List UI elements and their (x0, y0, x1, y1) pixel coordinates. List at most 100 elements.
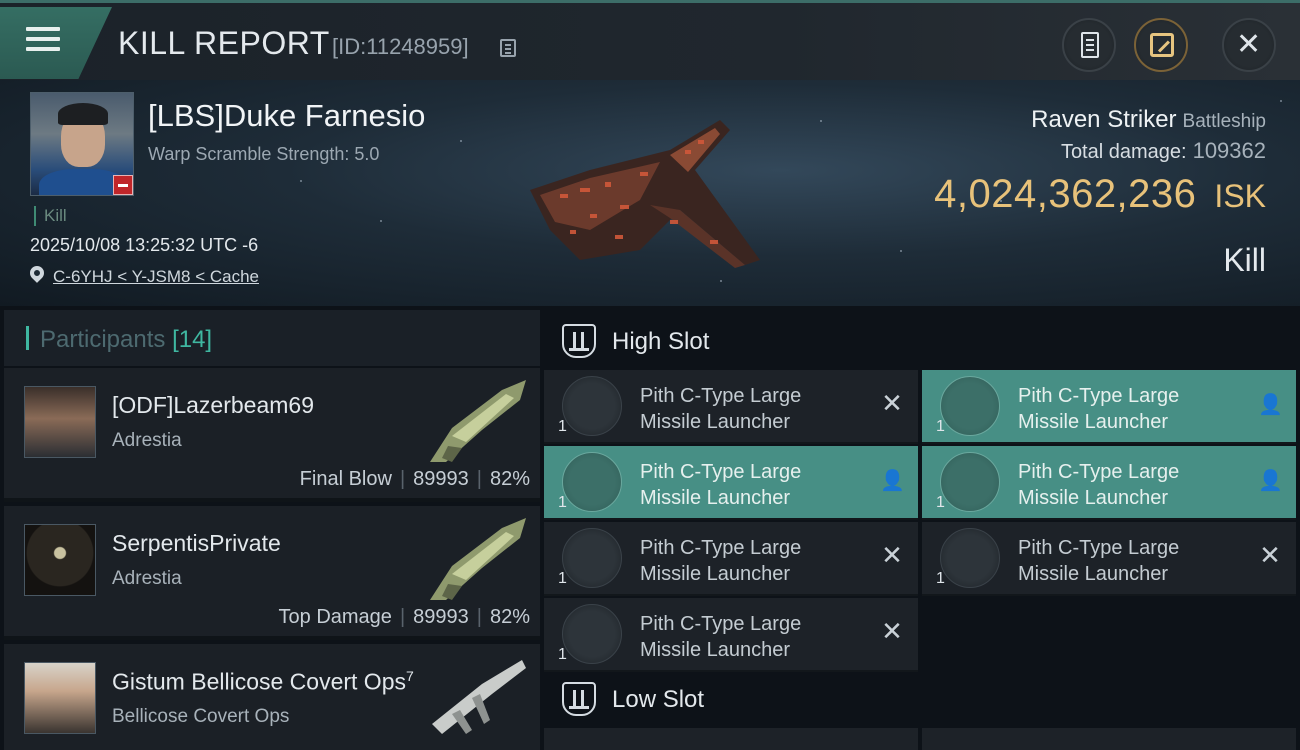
location-pin-icon (27, 263, 47, 283)
isk-value: 4,024,362,236 ISK (934, 172, 1266, 217)
participant-damage: 89993 (413, 606, 469, 628)
participant-ship-image (432, 660, 526, 734)
warp-scramble-strength: Warp Scramble Strength: 5.0 (148, 144, 380, 164)
module-quantity: 1 (936, 570, 945, 587)
participant-damage: 89993 (413, 468, 469, 490)
low-slot-title: Low Slot (612, 686, 705, 713)
high-slot-icon (562, 324, 596, 358)
dropped-person-icon: 👤 (1258, 392, 1283, 416)
participant-name: [ODF]Lazerbeam69 (112, 392, 314, 418)
ship-class: Battleship (1182, 111, 1266, 132)
isk-unit: ISK (1214, 178, 1266, 214)
missile-launcher-icon (940, 528, 1000, 588)
participant-stats: Final Blow | 89993 | 82% (299, 468, 530, 490)
high-slot-title: High Slot (612, 328, 710, 355)
participant-row[interactable]: Gistum Bellicose Covert Ops7 Bellicose C… (4, 644, 540, 750)
ship-name[interactable]: Raven Striker Battleship (1031, 106, 1266, 134)
low-slot-header: Low Slot (544, 670, 1300, 728)
destroyed-icon: ✕ (881, 389, 903, 419)
module-name: Pith C-Type Large Missile Launcher (640, 461, 802, 509)
participants-title: Participants [14] (40, 326, 212, 354)
module-name: Pith C-Type Large Missile Launcher (640, 537, 802, 585)
standing-badge-icon (113, 175, 133, 195)
participant-percent: 82% (489, 468, 530, 490)
dropped-person-icon: 👤 (1258, 468, 1283, 492)
participant-percent: 82% (489, 606, 530, 628)
clipboard-button[interactable] (1062, 18, 1116, 72)
participant-name: Gistum Bellicose Covert Ops7 (112, 668, 414, 695)
participant-corp: Adrestia (112, 568, 182, 589)
low-slot-icon (562, 682, 596, 716)
module-card[interactable] (544, 728, 918, 750)
close-button[interactable]: ✕ (1222, 18, 1276, 72)
victim-banner: [LBS]Duke Farnesio Warp Scramble Strengt… (0, 80, 1300, 306)
destroyed-icon: ✕ (881, 617, 903, 647)
module-quantity: 1 (936, 418, 945, 435)
module-card[interactable]: 1 Pith C-Type Large Missile Launcher ✕ (544, 370, 918, 444)
module-quantity: 1 (936, 494, 945, 511)
victim-name[interactable]: [LBS]Duke Farnesio (148, 98, 425, 134)
module-card[interactable]: 1 Pith C-Type Large Missile Launcher 👤 (922, 370, 1296, 444)
participant-avatar (24, 524, 96, 596)
missile-launcher-icon (562, 452, 622, 512)
participant-row[interactable]: [ODF]Lazerbeam69 Adrestia Final Blow | 899… (4, 368, 540, 502)
page-title: KILL REPORT (118, 25, 330, 61)
module-name: Pith C-Type Large Missile Launcher (1018, 461, 1180, 509)
clipboard-icon (1081, 32, 1099, 58)
module-name: Pith C-Type Large Missile Launcher (640, 613, 802, 661)
header-bar: KILL REPORT [ID:11248959] ✕ (0, 0, 1300, 80)
copy-icon[interactable] (500, 39, 516, 57)
missile-launcher-icon (940, 376, 1000, 436)
module-name: Pith C-Type Large Missile Launcher (1018, 385, 1180, 433)
module-card[interactable]: 1 Pith C-Type Large Missile Launcher ✕ (922, 522, 1296, 596)
participant-avatar (24, 386, 96, 458)
participants-label: Participants (40, 326, 166, 353)
kill-tag: Kill (34, 206, 67, 226)
isk-amount: 4,024,362,236 (934, 172, 1197, 216)
location-link[interactable]: C-6YHJ < Y-JSM8 < Cache (53, 267, 259, 287)
participant-role: Top Damage (278, 606, 392, 628)
kill-result: Kill (1223, 242, 1266, 278)
total-damage: Total damage: 109362 (1061, 138, 1266, 164)
missile-launcher-icon (562, 604, 622, 664)
module-card[interactable]: 1 Pith C-Type Large Missile Launcher ✕ (544, 522, 918, 596)
module-card[interactable]: 1 Pith C-Type Large Missile Launcher 👤 (922, 446, 1296, 520)
ship-type-name: Raven Striker (1031, 106, 1177, 133)
module-quantity: 1 (558, 418, 567, 435)
total-damage-label: Total damage: (1060, 141, 1187, 163)
participants-count: [14] (172, 326, 213, 353)
share-icon (1150, 33, 1174, 57)
module-card[interactable]: 1 Pith C-Type Large Missile Launcher 👤 (544, 446, 918, 520)
destroyed-icon: ✕ (1259, 541, 1281, 571)
hamburger-menu-icon[interactable] (26, 27, 60, 55)
participant-ship-image (430, 518, 526, 600)
module-card[interactable] (922, 728, 1296, 750)
share-button[interactable] (1134, 18, 1188, 72)
module-name: Pith C-Type Large Missile Launcher (640, 385, 802, 433)
participant-corp: Bellicose Covert Ops (112, 706, 290, 727)
participant-corp: Adrestia (112, 430, 182, 451)
participant-name: SerpentisPrivate (112, 530, 281, 556)
module-quantity: 1 (558, 494, 567, 511)
participants-header[interactable]: Participants [14] (4, 310, 540, 366)
total-damage-value: 109362 (1192, 138, 1266, 163)
module-quantity: 1 (558, 570, 567, 587)
module-quantity: 1 (558, 646, 567, 663)
participants-panel: Participants [14] [ODF]Lazerbeam69 Adres… (4, 310, 540, 750)
kill-datetime: 2025/10/08 13:25:32 UTC -6 (30, 235, 259, 255)
participant-ship-image (430, 380, 526, 462)
close-icon: ✕ (1236, 27, 1262, 62)
participant-role: Final Blow (299, 468, 392, 490)
report-id: [ID:11248959] (332, 34, 469, 59)
module-name: Pith C-Type Large Missile Launcher (1018, 537, 1180, 585)
missile-launcher-icon (940, 452, 1000, 512)
dropped-person-icon: 👤 (880, 468, 905, 492)
participant-stats: Top Damage | 89993 | 82% (278, 606, 530, 628)
module-card[interactable]: 1 Pith C-Type Large Missile Launcher ✕ (544, 598, 918, 672)
high-slot-header: High Slot (544, 312, 1300, 370)
participant-row[interactable]: SerpentisPrivate Adrestia Top Damage | 899… (4, 506, 540, 640)
missile-launcher-icon (562, 376, 622, 436)
destroyed-icon: ✕ (881, 541, 903, 571)
participant-avatar (24, 662, 96, 734)
fitting-panel: High Slot 1 Pith C-Type Large Missile Lau… (544, 310, 1300, 750)
